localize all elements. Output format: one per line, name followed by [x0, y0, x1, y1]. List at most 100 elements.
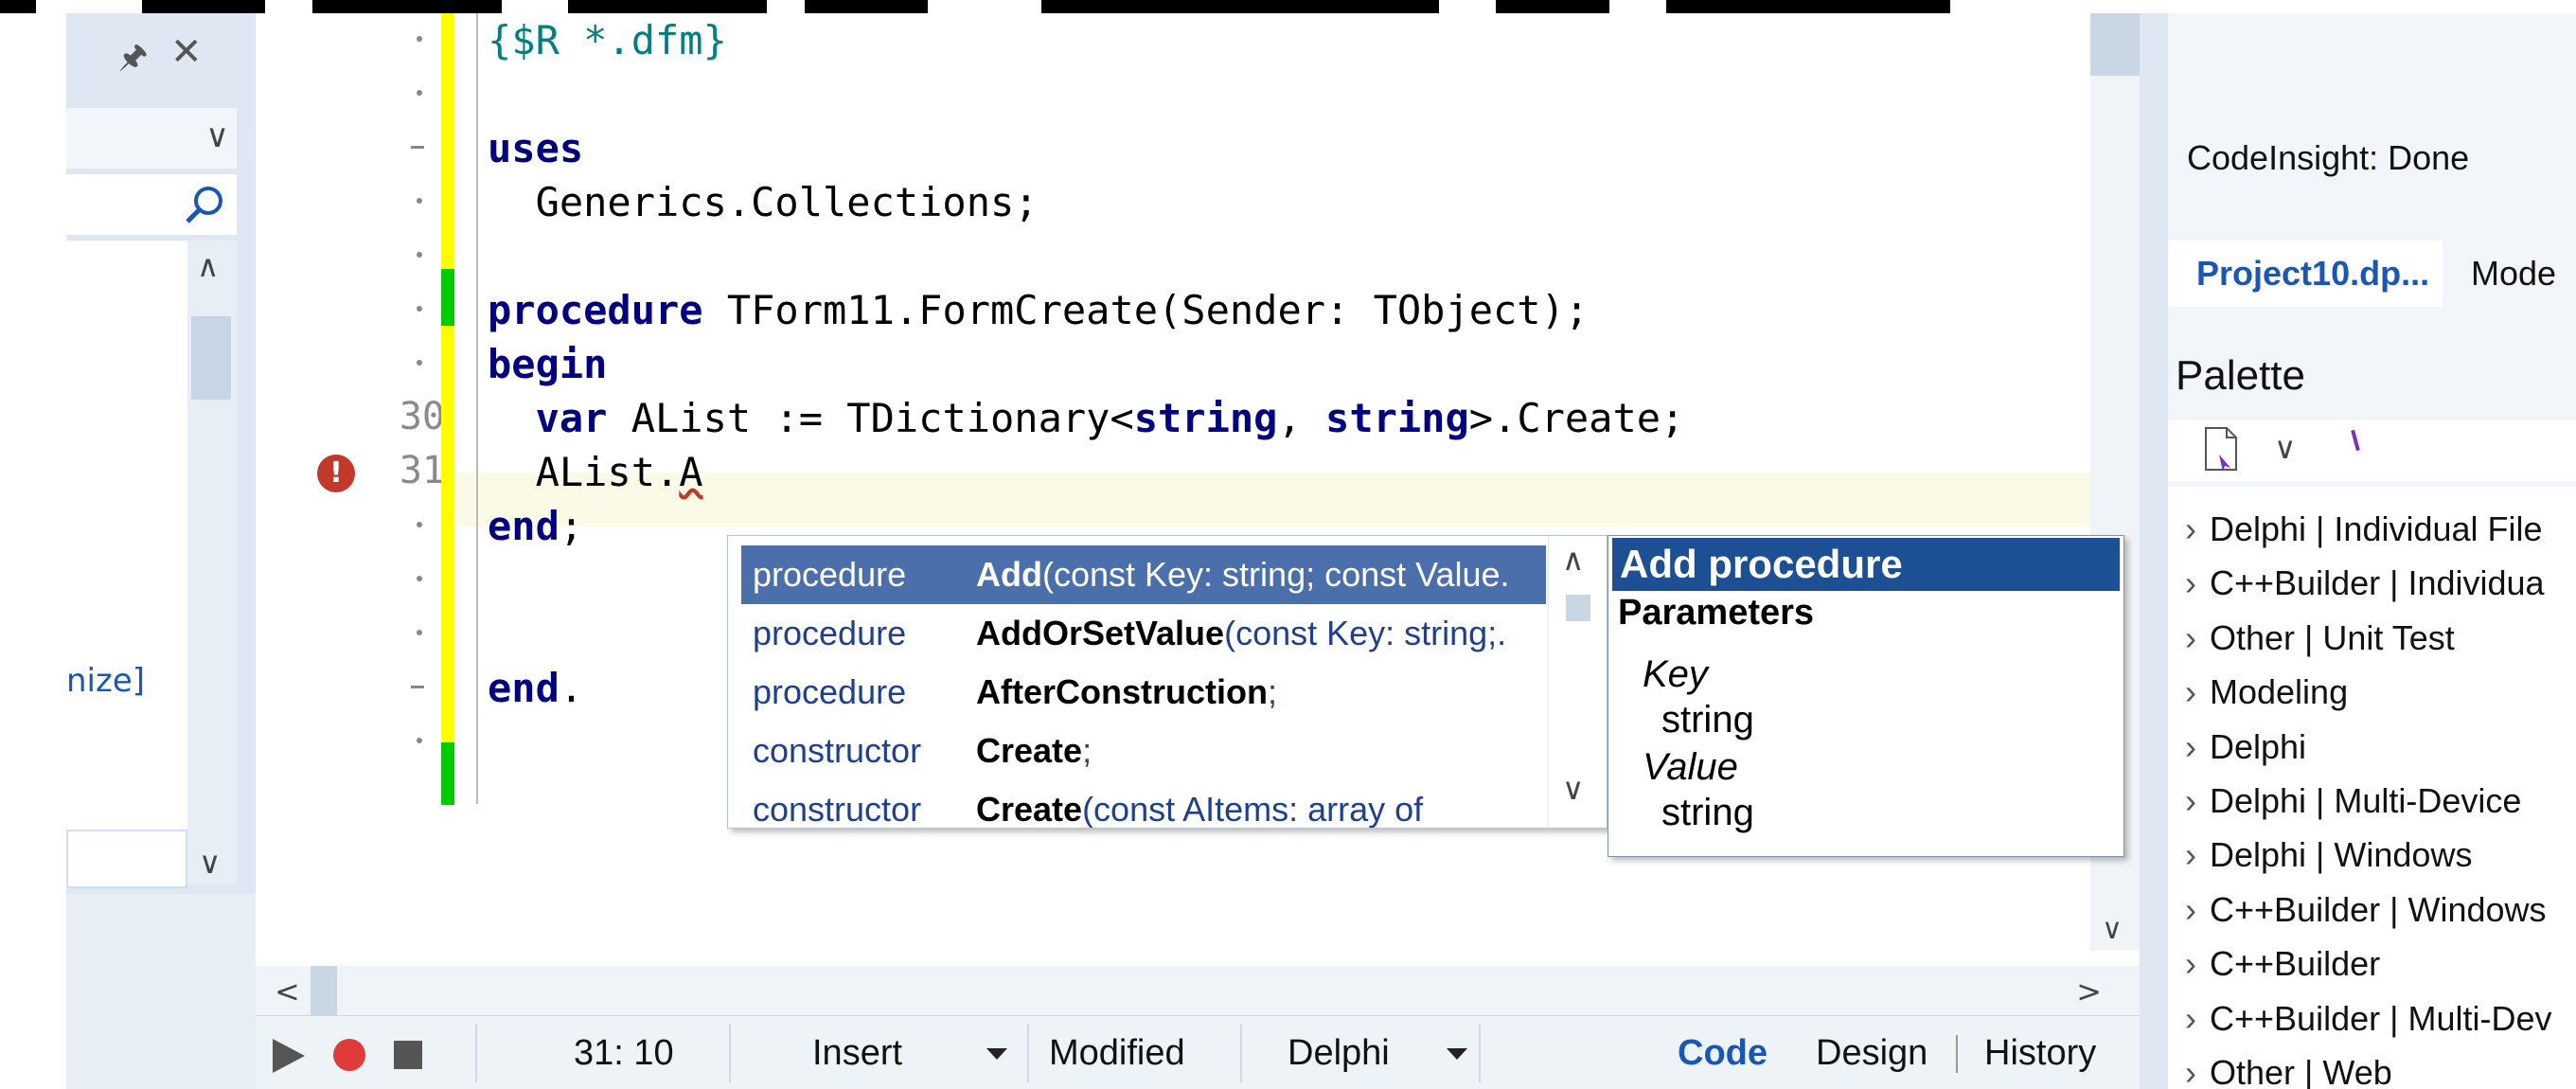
tab-design[interactable]: Design: [1816, 1016, 1928, 1089]
code-completion-list[interactable]: procedure Add(const Key: string; const Va…: [727, 535, 1608, 829]
completion-item-identifier: Create: [976, 731, 1083, 770]
code-line[interactable]: end;: [488, 499, 583, 553]
tab-project[interactable]: Project10.dp...: [2168, 241, 2443, 307]
palette-item[interactable]: › C++Builder | Windows: [2185, 883, 2547, 937]
chevron-down-icon[interactable]: ∨: [2274, 430, 2296, 466]
palette-item[interactable]: › Other | Unit Test: [2185, 611, 2455, 665]
insert-mode-dropdown-icon[interactable]: [986, 1048, 1007, 1060]
chevron-right-icon[interactable]: ›: [2185, 828, 2210, 882]
scrollbar-thumb[interactable]: [191, 316, 231, 400]
tab-code[interactable]: Code: [1678, 1016, 1768, 1089]
left-panel-label[interactable]: nize]: [66, 662, 145, 700]
chevron-right-icon[interactable]: ›: [2185, 991, 2210, 1045]
close-icon[interactable]: ✕: [170, 30, 203, 74]
palette-item-label: C++Builder: [2210, 944, 2381, 984]
chevron-right-icon[interactable]: ›: [2185, 665, 2210, 719]
chevron-down-icon[interactable]: ∨: [205, 117, 229, 155]
play-icon[interactable]: [273, 1039, 305, 1073]
chevron-right-icon[interactable]: ›: [2185, 774, 2210, 828]
completion-item[interactable]: procedure AfterConstruction;: [741, 663, 1546, 722]
palette-item[interactable]: › Delphi | Windows: [2185, 828, 2472, 882]
stop-icon[interactable]: [394, 1041, 422, 1069]
code-line[interactable]: Generics.Collections;: [488, 175, 1039, 229]
code-line[interactable]: uses: [488, 121, 583, 175]
chevron-left-icon[interactable]: <: [275, 973, 300, 1009]
palette-list[interactable]: › Delphi | Individual File › C++Builder | I…: [2168, 487, 2576, 1089]
chevron-right-icon[interactable]: ›: [2185, 611, 2210, 665]
chevron-right-icon[interactable]: ›: [2185, 883, 2210, 937]
tab-model[interactable]: Mode: [2452, 241, 2576, 307]
project-tabs: Project10.dp... Mode: [2168, 241, 2576, 307]
chevron-right-icon[interactable]: ›: [2185, 937, 2210, 991]
chevron-right-icon[interactable]: ›: [2185, 1045, 2210, 1089]
code-token: string: [1133, 395, 1278, 441]
left-panel: 🖈 ✕ ∨ ∧ nize] ∨: [66, 13, 256, 1089]
scrollbar-thumb[interactable]: [1566, 595, 1590, 621]
tab-history[interactable]: History: [1984, 1016, 2096, 1089]
left-input[interactable]: [66, 830, 187, 888]
chevron-up-icon[interactable]: ∧: [197, 248, 219, 284]
code-token: TForm11.FormCreate(Sender: TObject);: [702, 287, 1590, 333]
completion-item[interactable]: procedure Add(const Key: string; const Va…: [741, 545, 1546, 604]
completion-item[interactable]: procedure AddOrSetValue(const Key: string…: [741, 604, 1546, 663]
palette-item[interactable]: › Delphi: [2185, 720, 2306, 774]
palette-item[interactable]: › C++Builder: [2185, 937, 2380, 991]
palette-item[interactable]: › Other | Web: [2185, 1045, 2392, 1089]
code-line[interactable]: procedure TForm11.FormCreate(Sender: TOb…: [488, 283, 1589, 337]
chevron-down-icon[interactable]: ∨: [199, 845, 221, 881]
chevron-down-icon[interactable]: ∨: [2102, 913, 2123, 946]
code-line[interactable]: {$R *.dfm}: [488, 13, 727, 67]
left-scrollbar[interactable]: ∧: [187, 241, 237, 884]
gutter-row: [256, 121, 445, 175]
completion-item-name: Create;: [976, 722, 1092, 780]
gutter-dot: [417, 738, 422, 743]
code-token: AList.: [488, 449, 680, 495]
chevron-up-icon[interactable]: ∧: [1562, 542, 1584, 578]
language-selector[interactable]: Delphi: [1288, 1016, 1390, 1089]
chevron-right-icon[interactable]: ›: [2185, 556, 2210, 610]
right-panel-splitter[interactable]: [2140, 13, 2168, 1089]
search-icon[interactable]: [182, 182, 227, 227]
completion-item[interactable]: constructor Create(const AItems: array of: [741, 780, 1546, 829]
palette-item[interactable]: › C++Builder | Individua: [2185, 556, 2545, 610]
gutter-dot: [417, 630, 422, 635]
code-line[interactable]: end.: [488, 661, 583, 715]
gutter-dot: [417, 252, 422, 258]
status-bar: 31: 10 Insert Modified Delphi Code Desig…: [256, 1015, 2140, 1089]
chevron-down-icon[interactable]: ∨: [1562, 771, 1584, 807]
palette-item-label: Modeling: [2210, 672, 2349, 712]
left-panel-header: 🖈 ✕: [66, 13, 256, 100]
error-icon[interactable]: !: [317, 455, 355, 492]
pin-icon[interactable]: 🖈: [118, 34, 148, 88]
code-line[interactable]: var AList := TDictionary<string, string>…: [488, 391, 1685, 445]
editor-horizontal-scrollbar[interactable]: < >: [256, 966, 2140, 1015]
code-line[interactable]: AList.A: [488, 445, 703, 499]
left-tree[interactable]: [66, 241, 187, 884]
language-dropdown-icon[interactable]: [1447, 1048, 1467, 1060]
chevron-right-icon[interactable]: ›: [2185, 502, 2210, 556]
palette-item[interactable]: › Delphi | Individual File: [2185, 502, 2543, 556]
left-panel-bottom: [66, 894, 256, 1089]
completion-item-kind: constructor: [753, 790, 922, 829]
palette-item[interactable]: › Delphi | Multi-Device: [2185, 774, 2521, 828]
search-input[interactable]: [66, 174, 237, 235]
scrollbar-thumb[interactable]: [2090, 13, 2140, 76]
chevron-right-icon[interactable]: ›: [2185, 720, 2210, 774]
left-combo[interactable]: ∨: [66, 108, 237, 169]
palette-item-label: Delphi | Windows: [2210, 835, 2473, 875]
completion-item-identifier: AddOrSetValue: [976, 614, 1225, 652]
completion-scrollbar[interactable]: ∧ ∨: [1548, 536, 1607, 828]
code-token: end: [488, 503, 560, 549]
completion-item-params: (const Key: string; const Value.: [1041, 555, 1510, 594]
fold-line: [476, 13, 478, 804]
completion-item[interactable]: constructor Create;: [741, 722, 1546, 780]
palette-item[interactable]: › Modeling: [2185, 665, 2348, 719]
scrollbar-thumb[interactable]: [311, 966, 337, 1015]
insert-mode[interactable]: Insert: [812, 1016, 902, 1089]
code-token: var: [535, 395, 608, 441]
palette-item[interactable]: › C++Builder | Multi-Dev: [2185, 991, 2551, 1045]
new-item-icon[interactable]: [2202, 426, 2240, 473]
chevron-right-icon[interactable]: >: [2076, 973, 2102, 1009]
code-line[interactable]: begin: [488, 337, 607, 391]
record-icon[interactable]: [333, 1039, 365, 1071]
